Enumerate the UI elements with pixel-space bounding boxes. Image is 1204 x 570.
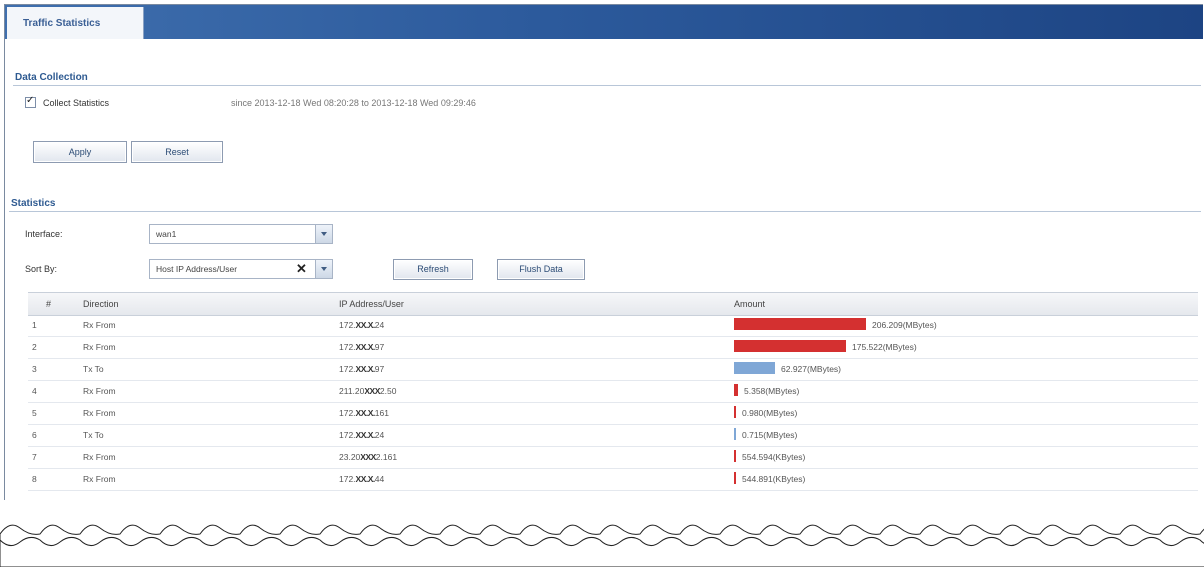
tab-traffic-statistics[interactable]: Traffic Statistics: [7, 7, 144, 39]
amount-bar: [734, 384, 738, 396]
amount-bar: [734, 472, 736, 484]
column-header-number: #: [46, 299, 52, 309]
tab-bar: Traffic Statistics: [5, 5, 1203, 39]
table-row: 6 Tx To 172.XX.X.24 0.715(MBytes): [28, 425, 1198, 447]
row-amount: 175.522(MBytes): [852, 342, 917, 352]
row-number: 6: [32, 430, 37, 440]
apply-button[interactable]: Apply: [33, 141, 127, 163]
row-amount: 62.927(MBytes): [781, 364, 841, 374]
table-row: 5 Rx From 172.XX.X.161 0.980(MBytes): [28, 403, 1198, 425]
table-row: 7 Rx From 23.20XXX2.161 554.594(KBytes): [28, 447, 1198, 469]
amount-bar: [734, 428, 736, 440]
row-direction: Rx From: [83, 342, 116, 352]
table-row: 2 Rx From 172.XX.X.97 175.522(MBytes): [28, 337, 1198, 359]
section-divider: [13, 85, 1201, 86]
refresh-button[interactable]: Refresh: [393, 259, 473, 280]
row-number: 1: [32, 320, 37, 330]
sort-by-label: Sort By:: [25, 264, 58, 274]
row-direction: Tx To: [83, 364, 104, 374]
table-row: 4 Rx From 211.20XXX2.50 5.358(MBytes): [28, 381, 1198, 403]
table-row: 3 Tx To 172.XX.X.97 62.927(MBytes): [28, 359, 1198, 381]
amount-bar: [734, 318, 866, 330]
row-direction: Rx From: [83, 408, 116, 418]
section-divider: [9, 211, 1201, 212]
row-number: 5: [32, 408, 37, 418]
amount-bar: [734, 362, 775, 374]
row-direction: Tx To: [83, 430, 104, 440]
statistics-table-header: # Direction IP Address/User Amount: [28, 292, 1198, 316]
row-amount: 544.891(KBytes): [742, 474, 806, 484]
row-number: 7: [32, 452, 37, 462]
torn-edge-graphic: [0, 524, 1204, 568]
row-amount: 206.209(MBytes): [872, 320, 937, 330]
row-ip-address: 172.XX.X.44: [339, 474, 385, 484]
collect-statistics-checkbox[interactable]: [25, 95, 36, 108]
column-header-ip: IP Address/User: [339, 299, 404, 309]
torn-edge: [0, 500, 1204, 568]
tab-label: Traffic Statistics: [23, 18, 101, 29]
clear-icon[interactable]: ✕: [296, 261, 307, 277]
amount-bar: [734, 450, 736, 462]
amount-bar: [734, 340, 846, 352]
row-ip-address: 172.XX.X.161: [339, 408, 389, 418]
row-amount: 0.980(MBytes): [742, 408, 798, 418]
sort-by-value: Host IP Address/User: [156, 264, 238, 274]
column-header-direction: Direction: [83, 299, 119, 309]
row-amount: 0.715(MBytes): [742, 430, 798, 440]
interface-label: Interface:: [25, 229, 63, 239]
row-amount: 5.358(MBytes): [744, 386, 800, 396]
table-row: 8 Rx From 172.XX.X.44 544.891(KBytes): [28, 469, 1198, 491]
row-ip-address: 172.XX.X.24: [339, 320, 385, 330]
row-ip-address: 172.XX.X.24: [339, 430, 385, 440]
flush-data-button[interactable]: Flush Data: [497, 259, 585, 280]
row-direction: Rx From: [83, 474, 116, 484]
row-ip-address: 172.XX.X.97: [339, 364, 385, 374]
collect-statistics-label: Collect Statistics: [43, 98, 110, 108]
statistics-title: Statistics: [11, 198, 56, 209]
row-amount: 554.594(KBytes): [742, 452, 806, 462]
interface-value: wan1: [156, 229, 177, 239]
row-number: 4: [32, 386, 37, 396]
row-ip-address: 172.XX.X.97: [339, 342, 385, 352]
row-direction: Rx From: [83, 386, 116, 396]
column-header-amount: Amount: [734, 299, 766, 309]
row-direction: Rx From: [83, 320, 116, 330]
row-direction: Rx From: [83, 452, 116, 462]
row-number: 2: [32, 342, 37, 352]
row-number: 8: [32, 474, 37, 484]
data-collection-title: Data Collection: [15, 72, 88, 83]
row-ip-address: 23.20XXX2.161: [339, 452, 398, 462]
sort-by-select[interactable]: Host IP Address/User ✕: [149, 259, 333, 279]
chevron-down-icon[interactable]: [315, 260, 332, 278]
reset-button[interactable]: Reset: [131, 141, 223, 163]
chevron-down-icon[interactable]: [315, 225, 332, 243]
table-row: 1 Rx From 172.XX.X.24 206.209(MBytes): [28, 315, 1198, 337]
amount-bar: [734, 406, 736, 418]
row-number: 3: [32, 364, 37, 374]
row-ip-address: 211.20XXX2.50: [339, 386, 397, 396]
interface-select[interactable]: wan1: [149, 224, 333, 244]
collection-period-text: since 2013-12-18 Wed 08:20:28 to 2013-12…: [231, 98, 476, 108]
